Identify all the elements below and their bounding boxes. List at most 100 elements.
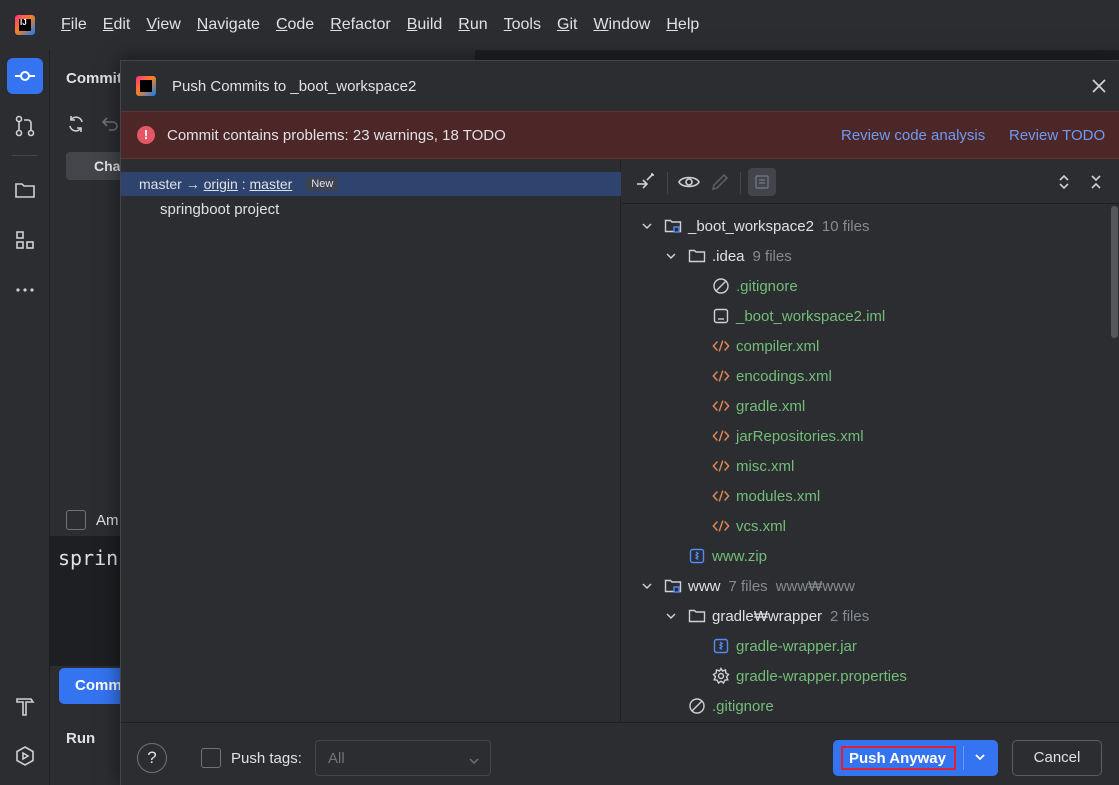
collapse-all-icon[interactable]	[1084, 170, 1108, 194]
tree-row[interactable]: compiler.xml	[712, 331, 819, 361]
build-hammer-icon[interactable]	[7, 688, 43, 724]
menu-window[interactable]: Window	[593, 16, 650, 34]
commit-tool-icon[interactable]	[7, 58, 43, 94]
gitignore-icon	[688, 697, 706, 715]
tool-window-strip	[0, 50, 50, 785]
menu-git[interactable]: Git	[557, 16, 577, 34]
tree-row[interactable]: jarRepositories.xml	[712, 421, 864, 451]
tree-row[interactable]: _boot_workspace2.iml	[712, 301, 885, 331]
file-name: gradle₩wrapper	[712, 607, 823, 625]
amend-label: Am	[96, 512, 119, 529]
tree-row[interactable]: gradle₩wrapper 2 files	[664, 601, 869, 631]
error-icon: !	[137, 126, 155, 144]
menu-navigate[interactable]: Navigate	[197, 16, 260, 34]
more-tools-icon[interactable]	[7, 272, 43, 308]
tree-row[interactable]: .idea 9 files	[664, 241, 792, 271]
chevron-down-icon[interactable]	[640, 219, 654, 233]
remote-branch-link[interactable]: master	[250, 176, 293, 192]
cancel-button[interactable]: Cancel	[1012, 740, 1102, 776]
chevron-down-icon[interactable]	[664, 609, 678, 623]
push-tags-checkbox[interactable]	[201, 748, 221, 768]
review-code-analysis-link[interactable]: Review code analysis	[841, 127, 985, 144]
tree-row[interactable]: www.zip	[688, 541, 767, 571]
tree-row[interactable]: www 7 files www₩www	[640, 571, 855, 601]
run-services-icon[interactable]	[7, 738, 43, 774]
dialog-footer: ? Push tags: All Push Anyway Cancel	[121, 722, 1119, 785]
file-name: www	[688, 577, 721, 595]
file-name: .idea	[712, 247, 745, 265]
file-name: _boot_workspace2	[688, 217, 814, 235]
file-name: encodings.xml	[736, 367, 832, 385]
tree-row[interactable]: gradle.xml	[712, 391, 805, 421]
tree-row[interactable]: gradle-wrapper.jar	[712, 631, 857, 661]
menu-build[interactable]: Build	[407, 16, 443, 34]
changed-files-pane: _boot_workspace2 10 files .idea 9 files .git…	[622, 160, 1119, 722]
tree-row[interactable]: .gitignore	[712, 271, 798, 301]
chevron-down-icon[interactable]	[640, 579, 654, 593]
chevron-down-icon[interactable]	[664, 249, 678, 263]
tree-row[interactable]: _boot_workspace2 10 files	[640, 211, 869, 241]
eye-icon[interactable]	[677, 170, 701, 194]
push-anyway-button-group: Push Anyway	[833, 740, 998, 776]
gitignore-icon	[712, 277, 730, 295]
file-count: 7 files	[728, 577, 768, 595]
tree-scrollbar[interactable]	[1111, 206, 1118, 338]
help-button[interactable]: ?	[137, 743, 167, 773]
project-folder-icon[interactable]	[7, 172, 43, 208]
push-options-chevron-icon[interactable]	[973, 750, 987, 768]
pull-requests-icon[interactable]	[7, 108, 43, 144]
archive-file-icon	[688, 547, 706, 565]
tree-row[interactable]: modules.xml	[712, 481, 820, 511]
menu-help[interactable]: Help	[666, 16, 699, 34]
refresh-icon[interactable]	[66, 114, 86, 138]
tree-row[interactable]: gradle-wrapper.properties	[712, 661, 907, 691]
tree-row[interactable]: misc.xml	[712, 451, 794, 481]
menu-view[interactable]: View	[146, 16, 180, 34]
xml-file-icon	[712, 487, 730, 505]
menu-file[interactable]: File	[61, 16, 87, 34]
dialog-header: Push Commits to _boot_workspace2	[121, 61, 1119, 111]
file-name: www.zip	[712, 547, 768, 565]
file-name: compiler.xml	[736, 337, 820, 355]
file-name: .gitignore	[736, 277, 798, 295]
xml-file-icon	[712, 367, 730, 385]
xml-file-icon	[712, 397, 730, 415]
push-anyway-button[interactable]: Push Anyway	[841, 746, 956, 770]
arrow: →	[185, 176, 200, 192]
file-name: jarRepositories.xml	[736, 427, 864, 445]
file-name: .gitignore	[712, 697, 774, 715]
branch-push-target[interactable]: master → origin : master New	[121, 172, 621, 196]
review-todo-link[interactable]: Review TODO	[1009, 127, 1105, 144]
menu-edit[interactable]: Edit	[103, 16, 131, 34]
new-badge: New	[306, 177, 339, 191]
xml-file-icon	[712, 517, 730, 535]
expand-all-icon[interactable]	[1052, 170, 1076, 194]
xml-file-icon	[712, 457, 730, 475]
dialog-title: Push Commits to _boot_workspace2	[172, 77, 417, 95]
show-diff-icon[interactable]	[634, 170, 658, 194]
local-branch: master	[139, 176, 182, 192]
commit-entry[interactable]: springboot project	[160, 201, 279, 218]
folder-icon	[688, 247, 706, 265]
structure-icon[interactable]	[7, 222, 43, 258]
menu-code[interactable]: Code	[276, 16, 314, 34]
tree-row[interactable]: .gitignore	[688, 691, 774, 721]
module-folder-icon	[664, 577, 682, 595]
tree-row[interactable]: vcs.xml	[712, 511, 786, 541]
remote-name-link[interactable]: origin	[204, 176, 238, 192]
intellij-logo-icon	[136, 76, 156, 96]
menu-tools[interactable]: Tools	[504, 16, 541, 34]
edit-pencil-icon[interactable]	[708, 170, 732, 194]
rollback-icon[interactable]	[100, 114, 120, 138]
chevron-down-icon	[468, 753, 480, 770]
tags-select[interactable]: All	[315, 740, 491, 776]
file-name: vcs.xml	[736, 517, 786, 535]
run-panel-title: Run	[66, 730, 96, 747]
group-by-icon[interactable]	[748, 168, 776, 196]
tree-row[interactable]: encodings.xml	[712, 361, 832, 391]
menu-refactor[interactable]: Refactor	[330, 16, 390, 34]
close-icon[interactable]	[1088, 75, 1110, 97]
amend-checkbox[interactable]	[66, 510, 86, 530]
files-toolbar	[622, 160, 1119, 204]
menu-run[interactable]: Run	[458, 16, 487, 34]
